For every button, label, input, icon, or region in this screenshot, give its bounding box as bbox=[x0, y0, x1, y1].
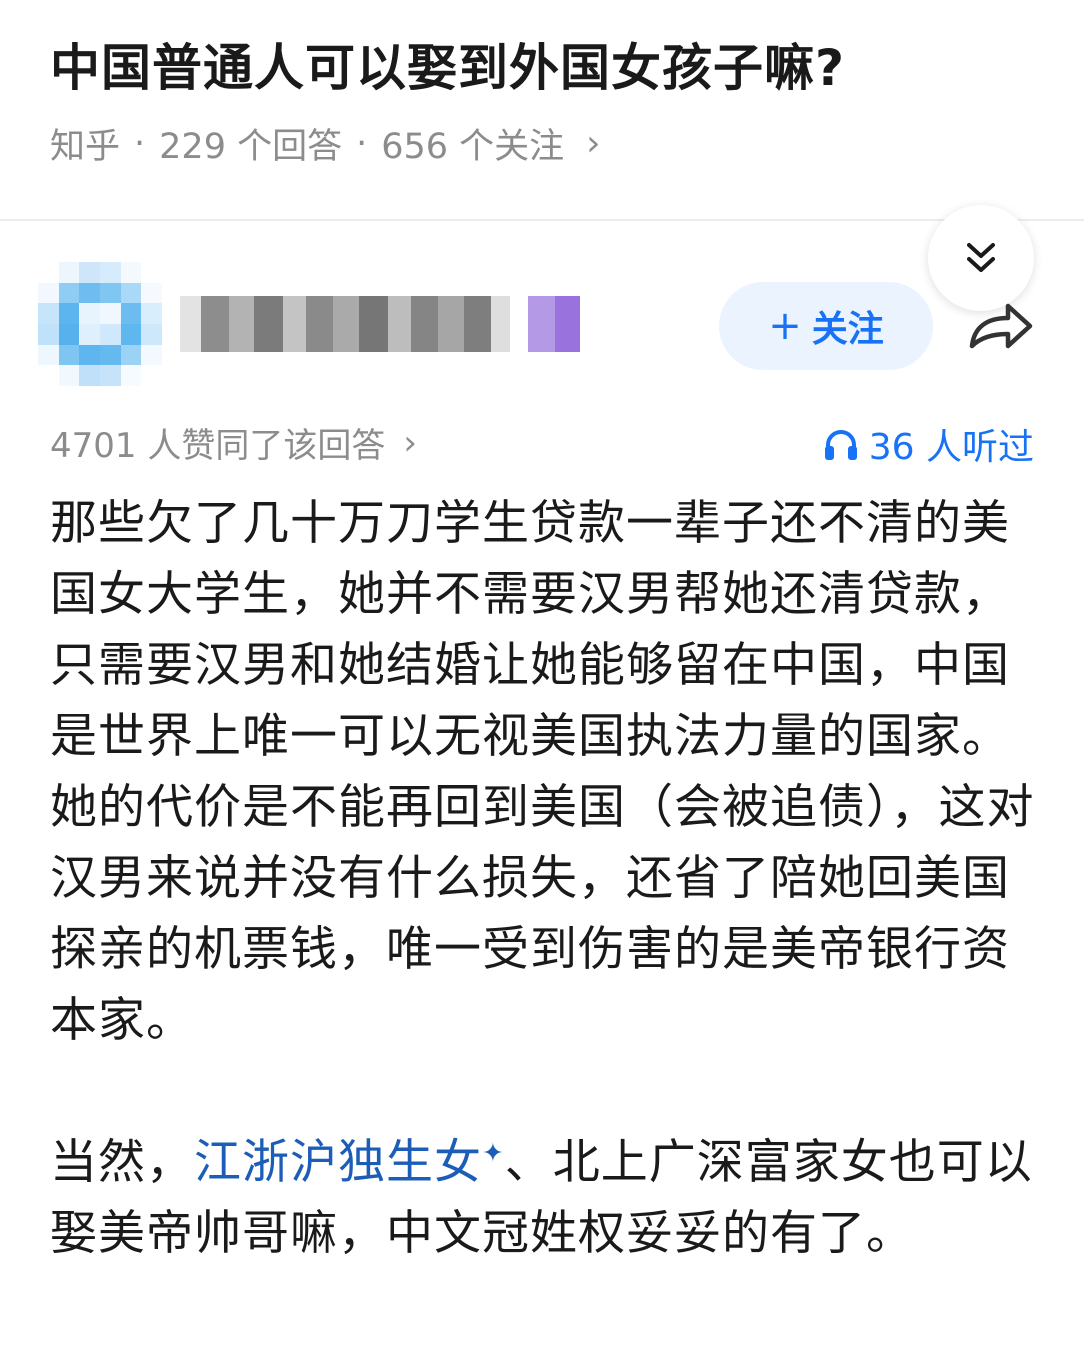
question-title[interactable]: 中国普通人可以娶到外国女孩子嘛? bbox=[50, 28, 845, 100]
sparkle-icon: ✦ bbox=[482, 1138, 505, 1169]
chevron-right-icon: › bbox=[586, 123, 601, 164]
meta-separator: · bbox=[134, 123, 146, 164]
answer-paragraph: 当然，江浙沪独生女✦、北上广深富家女也可以娶美帝帅哥嘛，中文冠姓权妥妥的有了。 bbox=[50, 1127, 1040, 1269]
question-meta[interactable]: 知乎 · 229 个回答 · 656 个关注 › bbox=[50, 118, 601, 169]
follow-label: 关注 bbox=[811, 309, 884, 350]
approve-text: 4701 人赞同了该回答 bbox=[50, 426, 386, 466]
listen-text: 36 人听过 bbox=[868, 427, 1034, 468]
answer-count: 229 个回答 bbox=[159, 127, 343, 167]
source-label: 知乎 bbox=[50, 127, 121, 167]
double-chevron-down-icon bbox=[967, 243, 995, 272]
meta-separator: · bbox=[356, 123, 368, 164]
approve-count[interactable]: 4701 人赞同了该回答 › bbox=[50, 418, 417, 467]
zhihu-answer-page: 中国普通人可以娶到外国女孩子嘛? 知乎 · 229 个回答 · 656 个关注 … bbox=[0, 0, 1084, 1348]
collapse-button[interactable] bbox=[928, 205, 1034, 311]
search-link[interactable]: 江浙沪独生女 bbox=[194, 1135, 482, 1190]
avatar[interactable] bbox=[38, 262, 162, 386]
listen-count[interactable]: 36 人听过 bbox=[823, 418, 1034, 470]
divider bbox=[0, 219, 1084, 221]
plus-icon: + bbox=[768, 303, 802, 349]
answer-paragraph: 那些欠了几十万刀学生贷款一辈子还不清的美国女大学生，她并不需要汉男帮她还清贷款，… bbox=[50, 496, 1035, 1048]
chevron-right-icon: › bbox=[403, 422, 417, 463]
paragraph-text: 当然， bbox=[50, 1135, 194, 1190]
answer-body: 那些欠了几十万刀学生贷款一辈子还不清的美国女大学生，她并不需要汉男帮她还清贷款，… bbox=[50, 488, 1040, 1269]
follow-button[interactable]: + 关注 bbox=[719, 282, 933, 370]
share-arrow-icon[interactable] bbox=[964, 298, 1036, 354]
headphones-icon bbox=[824, 430, 857, 460]
follower-count: 656 个关注 bbox=[381, 127, 565, 167]
username-redacted[interactable] bbox=[180, 296, 581, 352]
